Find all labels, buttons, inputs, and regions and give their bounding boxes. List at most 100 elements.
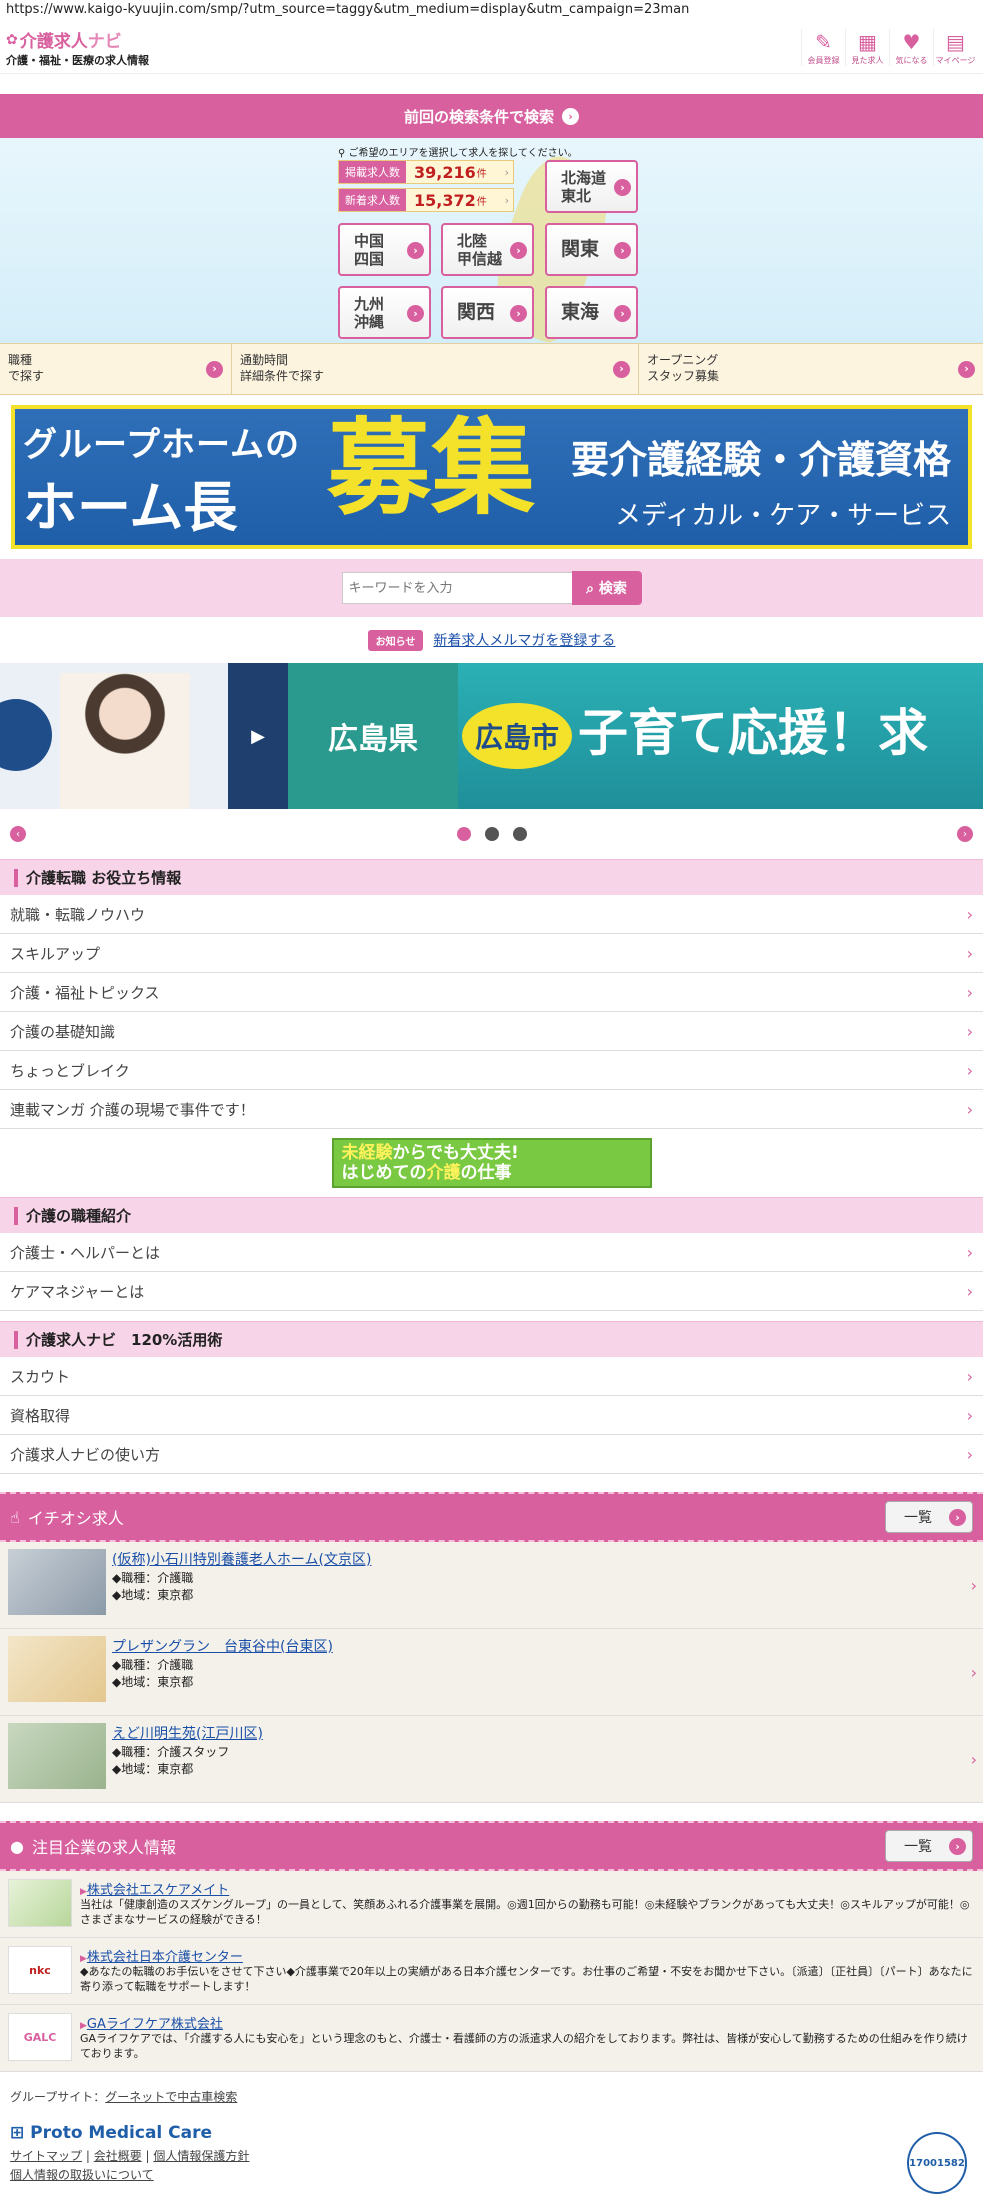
footer-links: サイトマップ | 会社概要 | 個人情報保護方針 個人情報の取扱いについて	[10, 2149, 250, 2183]
job-item[interactable]: えど川明生苑(江戸川区) ◆職種：介護スタッフ ◆地域：東京都 ›	[0, 1716, 983, 1803]
group-site-link[interactable]: グーネットで中古車検索	[105, 2090, 237, 2104]
list-item[interactable]: ちょっとブレイク ›	[0, 1051, 983, 1090]
book-icon: ▤	[946, 30, 965, 54]
site-logo[interactable]: ✿ 介護求人 ナビ 介護・福祉・医療の求人情報	[6, 27, 149, 68]
beginner-banner[interactable]: 未経験からでも大丈夫! はじめての介護の仕事	[331, 1138, 652, 1188]
region-kanto-button[interactable]: 関東 ›	[545, 223, 638, 276]
list-item[interactable]: スカウト ›	[0, 1357, 983, 1396]
list-item[interactable]: 就職・転職ノウハウ ›	[0, 895, 983, 934]
region-chugoku-shikoku-button[interactable]: 中国 四国 ›	[338, 223, 431, 276]
recruit-banner[interactable]: グループホームの ホーム長 募集 要介護経験・介護資格 メディカル・ケア・サービ…	[11, 405, 972, 549]
chevron-right-icon: ›	[562, 107, 579, 125]
chevron-right-icon: ›	[614, 305, 631, 322]
job-thumbnail	[8, 1636, 106, 1702]
chevron-right-icon: ›	[966, 943, 973, 963]
sitemap-link[interactable]: サイトマップ	[10, 2149, 82, 2163]
keyword-input[interactable]	[341, 572, 572, 604]
search-icon: ⌕	[586, 581, 599, 597]
job-item[interactable]: (仮称)小石川特別養護老人ホーム(文京区) ◆職種：介護職 ◆地域：東京都 ›	[0, 1542, 983, 1629]
job-thumbnail	[8, 1549, 106, 1615]
chevron-right-icon: ›	[504, 165, 509, 179]
brand-logo-icon: ⊞	[10, 2123, 31, 2143]
pencil-icon: ✎	[815, 30, 832, 54]
bus-icon	[0, 699, 52, 771]
section-title: 介護求人ナビ 120%活用術	[0, 1321, 983, 1357]
featured-jobs-header: ☝ イチオシ求人 一覧 ›	[0, 1492, 983, 1542]
list-item[interactable]: 介護士・ヘルパーとは ›	[0, 1233, 983, 1272]
chevron-right-icon: ›	[966, 1099, 973, 1119]
company-item[interactable]: 株式会社エスケアメイト 当社は「健康創造のスズケングループ」の一員として、笑顔あ…	[0, 1871, 983, 1938]
company-item[interactable]: nkc 株式会社日本介護センター ◆あなたの転職のお手伝いをさせて下さい◆介護事…	[0, 1938, 983, 2005]
newsletter-link[interactable]: 新着求人メルマガを登録する	[433, 630, 615, 650]
search-by-occupation-link[interactable]: 職種 で探す ›	[0, 344, 232, 394]
list-item[interactable]: 介護求人ナビの使い方 ›	[0, 1435, 983, 1474]
member-register-button[interactable]: ✎ 会員登録	[801, 29, 845, 66]
chevron-right-icon: ›	[206, 360, 223, 378]
chevron-right-icon: ›	[613, 360, 630, 378]
list-item[interactable]: ケアマネジャーとは ›	[0, 1272, 983, 1311]
heart-icon: ♥	[902, 30, 921, 54]
company-logo	[8, 1879, 72, 1927]
mypage-button[interactable]: ▤ マイページ	[933, 29, 977, 66]
chevron-right-icon: ›	[949, 1508, 966, 1526]
carousel-dot[interactable]	[484, 827, 499, 841]
opening-staff-link[interactable]: オープニング スタッフ募集 ›	[639, 344, 983, 394]
list-item[interactable]: スキルアップ ›	[0, 934, 983, 973]
section-title: 介護の職種紹介	[0, 1197, 983, 1233]
company-item[interactable]: GALC GAライフケア株式会社 GAライフケアでは、「介護する人にも安心を」と…	[0, 2005, 983, 2072]
carousel-next-button[interactable]: ›	[957, 826, 973, 842]
carousel-prev-button[interactable]: ‹	[10, 826, 26, 842]
chevron-right-icon: ›	[614, 179, 631, 196]
notice-badge: お知らせ	[367, 629, 424, 651]
carousel-dot[interactable]	[512, 827, 527, 841]
privacy-handling-link[interactable]: 個人情報の取扱いについて	[10, 2168, 154, 2182]
search-links: 職種 で探す › 通勤時間 詳細条件で探す › オープニング スタッフ募集 ›	[0, 343, 983, 395]
lightbulb-icon: ●	[10, 1836, 24, 1856]
chevron-right-icon: ›	[970, 1576, 977, 1595]
area-hint: ⚲ ご希望のエリアを選択して求人を探してください。	[338, 148, 578, 159]
privacy-policy-link[interactable]: 個人情報保護方針	[153, 2149, 249, 2163]
chevron-right-icon: ›	[966, 1021, 973, 1041]
company-link[interactable]: 会社概要	[94, 2149, 142, 2163]
region-hokkaido-tohoku-button[interactable]: 北海道 東北 ›	[545, 160, 638, 213]
region-kansai-button[interactable]: 関西 ›	[441, 286, 534, 339]
chevron-right-icon: ›	[966, 982, 973, 1002]
new-jobs-count[interactable]: 新着求人数 15,372 件 ›	[338, 188, 514, 212]
keyword-search-button[interactable]: ⌕ 検索	[571, 571, 642, 605]
chevron-right-icon: ›	[966, 1060, 973, 1080]
list-item[interactable]: 連載マンガ 介護の現場で事件です！ ›	[0, 1090, 983, 1129]
header-icons: ✎ 会員登録 ▦ 見た求人 ♥ 気になる ▤ マイページ	[801, 29, 977, 66]
carousel-banner[interactable]: ▶ 広島県 広島市 子育て応援！求	[0, 663, 983, 809]
job-thumbnail	[8, 1723, 106, 1789]
region-tokai-button[interactable]: 東海 ›	[545, 286, 638, 339]
chevron-right-icon: ›	[966, 904, 973, 924]
url-bar[interactable]: https://www.kaigo-kyuujin.com/smp/?utm_s…	[0, 0, 983, 22]
companies-list-button[interactable]: 一覧 ›	[885, 1830, 973, 1862]
search-by-commute-link[interactable]: 通勤時間 詳細条件で探す ›	[232, 344, 639, 394]
beginner-banner-wrap: 未経験からでも大丈夫! はじめての介護の仕事	[0, 1129, 983, 1197]
chevron-right-icon: ›	[949, 1837, 966, 1855]
chevron-right-icon: ›	[966, 1405, 973, 1425]
carousel-dot[interactable]	[456, 827, 471, 841]
total-jobs-count[interactable]: 掲載求人数 39,216 件 ›	[338, 160, 514, 184]
recruit-banner-wrap: グループホームの ホーム長 募集 要介護経験・介護資格 メディカル・ケア・サービ…	[0, 395, 983, 559]
job-item[interactable]: プレザングラン 台東谷中(台東区) ◆職種：介護職 ◆地域：東京都 ›	[0, 1629, 983, 1716]
favorites-button[interactable]: ♥ 気になる	[889, 29, 933, 66]
carousel-left-image	[0, 663, 228, 809]
footer-brand[interactable]: ⊞ Proto Medical Care	[10, 2123, 973, 2143]
company-logo: GALC	[8, 2013, 72, 2061]
region-hokuriku-koshinetsu-button[interactable]: 北陸 甲信越 ›	[441, 223, 534, 276]
site-header: ✿ 介護求人 ナビ 介護・福祉・医療の求人情報 ✎ 会員登録 ▦ 見た求人 ♥ 気にな…	[0, 22, 983, 74]
chevron-right-icon: ›	[504, 193, 509, 207]
chevron-right-icon: ›	[407, 242, 424, 259]
list-item[interactable]: 資格取得 ›	[0, 1396, 983, 1435]
viewed-jobs-button[interactable]: ▦ 見た求人	[845, 29, 889, 66]
chevron-right-icon: ›	[970, 1663, 977, 1682]
list-item[interactable]: 介護の基礎知識 ›	[0, 1012, 983, 1051]
list-item[interactable]: 介護・福祉トピックス ›	[0, 973, 983, 1012]
region-kyushu-okinawa-button[interactable]: 九州 沖縄 ›	[338, 286, 431, 339]
section-title: 介護転職 お役立ち情報	[0, 859, 983, 895]
chevron-right-icon: ›	[510, 242, 527, 259]
featured-list-button[interactable]: 一覧 ›	[885, 1501, 973, 1533]
previous-search-button[interactable]: 前回の検索条件で検索 ›	[0, 94, 983, 138]
